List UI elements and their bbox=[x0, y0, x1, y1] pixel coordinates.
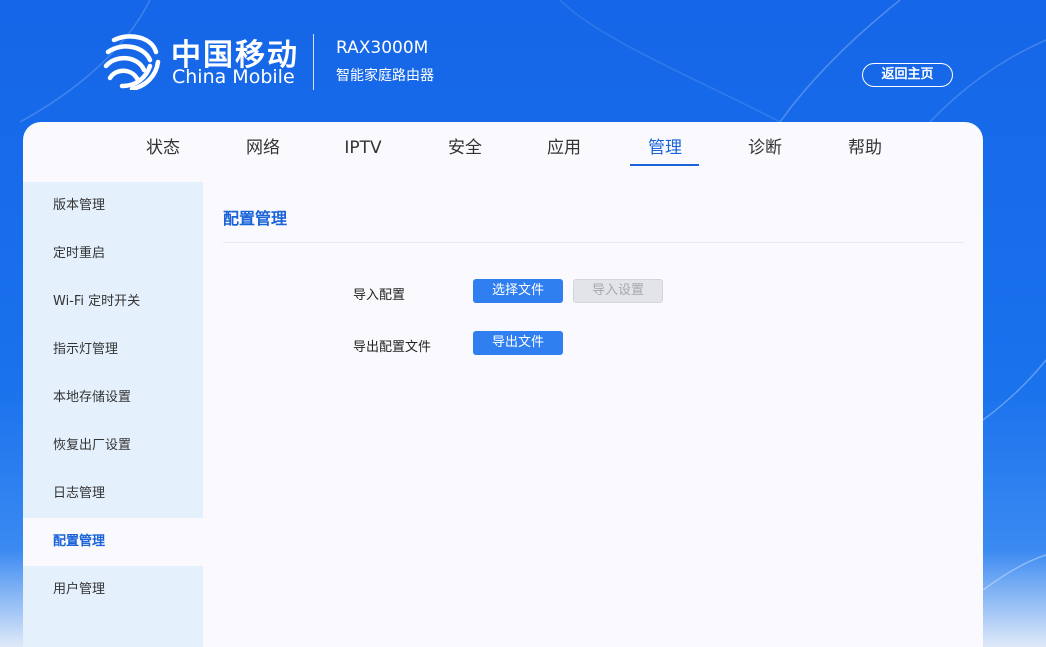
sidebar-item-local-storage[interactable]: 本地存储设置 bbox=[23, 374, 203, 422]
nav-tab-iptv[interactable]: IPTV bbox=[333, 136, 393, 166]
top-nav: 状态 网络 IPTV 安全 应用 管理 诊断 帮助 bbox=[23, 122, 983, 182]
sidebar-item-led[interactable]: 指示灯管理 bbox=[23, 326, 203, 374]
return-home-button[interactable]: 返回主页 bbox=[862, 63, 953, 87]
nav-tab-network[interactable]: 网络 bbox=[233, 136, 293, 166]
sidebar-item-scheduled-reboot[interactable]: 定时重启 bbox=[23, 230, 203, 278]
title-divider bbox=[223, 242, 964, 243]
sidebar: 版本管理 定时重启 Wi-Fi 定时开关 指示灯管理 本地存储设置 恢复出厂设置… bbox=[23, 182, 203, 647]
page-title: 配置管理 bbox=[223, 209, 288, 228]
nav-tab-management[interactable]: 管理 bbox=[635, 136, 695, 166]
export-config-label: 导出配置文件 bbox=[353, 340, 432, 355]
sidebar-item-version[interactable]: 版本管理 bbox=[23, 182, 203, 230]
import-config-label: 导入配置 bbox=[353, 288, 406, 303]
sidebar-item-logs[interactable]: 日志管理 bbox=[23, 470, 203, 518]
header: 中国移动 China Mobile RAX3000M 智能家庭路由器 返回主页 bbox=[0, 0, 1046, 122]
sidebar-item-config[interactable]: 配置管理 bbox=[23, 518, 203, 566]
router-model: RAX3000M bbox=[336, 38, 429, 58]
product-name: 智能家庭路由器 bbox=[336, 68, 434, 84]
choose-file-button[interactable]: 选择文件 bbox=[473, 279, 563, 303]
nav-tab-diagnosis[interactable]: 诊断 bbox=[735, 136, 795, 166]
header-divider bbox=[313, 34, 314, 90]
sidebar-item-factory-reset[interactable]: 恢复出厂设置 bbox=[23, 422, 203, 470]
china-mobile-logo-icon bbox=[103, 34, 161, 90]
logo-english-text: China Mobile bbox=[172, 66, 295, 88]
nav-tab-apps[interactable]: 应用 bbox=[534, 136, 594, 166]
nav-tab-help[interactable]: 帮助 bbox=[835, 136, 895, 166]
content-panel: 配置管理 导入配置 选择文件 导入设置 导出配置文件 导出文件 bbox=[203, 182, 983, 647]
sidebar-item-users[interactable]: 用户管理 bbox=[23, 566, 203, 614]
export-file-button[interactable]: 导出文件 bbox=[473, 331, 563, 355]
import-settings-button[interactable]: 导入设置 bbox=[573, 279, 663, 303]
nav-active-underline bbox=[630, 164, 699, 166]
sidebar-item-wifi-schedule[interactable]: Wi-Fi 定时开关 bbox=[23, 278, 203, 326]
main-card: 状态 网络 IPTV 安全 应用 管理 诊断 帮助 版本管理 定时重启 Wi-F… bbox=[23, 122, 983, 647]
nav-tab-security[interactable]: 安全 bbox=[435, 136, 495, 166]
nav-tab-status[interactable]: 状态 bbox=[133, 136, 193, 166]
